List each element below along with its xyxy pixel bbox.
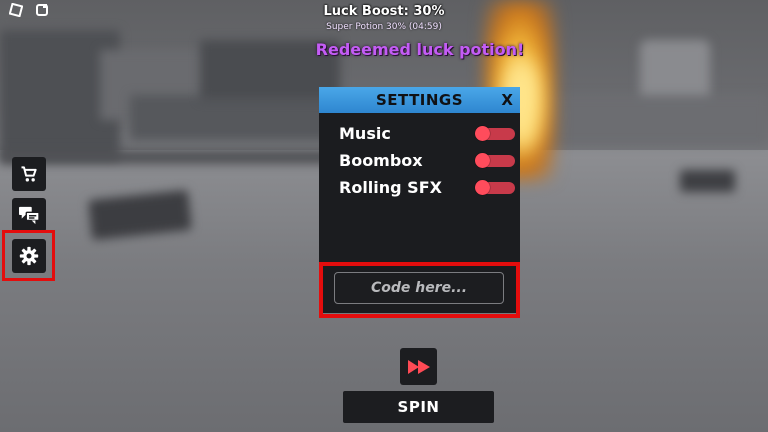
setting-label-boombox: Boombox <box>339 151 423 170</box>
music-toggle[interactable] <box>475 126 515 141</box>
fast-forward-button[interactable] <box>400 348 437 385</box>
spin-button[interactable]: SPIN <box>343 391 494 423</box>
rolling-sfx-toggle[interactable] <box>475 180 515 195</box>
boombox-toggle[interactable] <box>475 153 515 168</box>
settings-button-highlight <box>2 230 55 281</box>
dark-crate <box>680 170 735 192</box>
chat-button[interactable] <box>12 198 46 232</box>
close-button[interactable]: X <box>501 91 513 109</box>
far-wall <box>540 95 768 145</box>
toggle-knob <box>475 126 490 141</box>
toggle-knob <box>475 153 490 168</box>
setting-row-music: Music <box>339 124 515 146</box>
wall-edge <box>0 150 330 164</box>
settings-header: SETTINGS X <box>319 87 520 113</box>
wall <box>130 95 330 140</box>
code-input[interactable] <box>334 272 504 304</box>
setting-row-rolling-sfx: Rolling SFX <box>339 178 515 200</box>
toggle-knob <box>475 180 490 195</box>
setting-label-rolling-sfx: Rolling SFX <box>339 178 442 197</box>
cart-icon <box>21 166 37 182</box>
setting-row-boombox: Boombox <box>339 151 515 173</box>
shop-button[interactable] <box>12 157 46 191</box>
redeem-notification: Redeemed luck potion! <box>315 40 525 59</box>
potion-timer-text: Super Potion 30% (04:59) <box>326 22 442 32</box>
fast-forward-icon <box>407 359 430 374</box>
settings-title: SETTINGS <box>375 91 464 109</box>
luck-boost-text: Luck Boost: 30% <box>323 4 445 19</box>
chat-icon <box>19 206 40 225</box>
setting-label-music: Music <box>339 124 391 143</box>
